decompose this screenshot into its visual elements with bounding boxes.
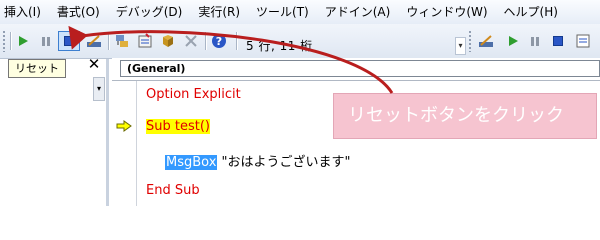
msgbox-argument: "おはようございます" xyxy=(217,155,351,170)
break-button[interactable] xyxy=(35,31,57,51)
object-browser-button[interactable] xyxy=(157,31,179,51)
menu-insert[interactable]: 挿入(I) xyxy=(0,0,49,24)
properties-button[interactable] xyxy=(134,31,156,51)
toolbox-button[interactable] xyxy=(180,31,202,51)
design-mode-icon xyxy=(87,35,101,47)
properties-icon xyxy=(138,33,152,48)
execution-pointer-arrow-icon xyxy=(116,120,132,132)
toolbar-separator xyxy=(236,32,237,50)
annotation-callout: リセットボタンをクリック xyxy=(333,93,597,139)
code-line-end-sub[interactable]: End Sub xyxy=(146,183,200,198)
run-icon xyxy=(19,36,28,46)
code-margin-indicator-bar[interactable] xyxy=(112,81,137,206)
toolbar-grip[interactable] xyxy=(2,30,6,52)
selected-identifier: MsgBox xyxy=(165,155,218,170)
close-icon[interactable]: ✕ xyxy=(86,56,102,72)
break-icon xyxy=(42,37,50,46)
toggle-breakpoint-icon xyxy=(576,34,590,48)
debug-design-mode-button[interactable] xyxy=(475,31,497,51)
reset-tooltip: リセット xyxy=(8,59,66,78)
debug-toolbar-grip[interactable] xyxy=(468,30,472,52)
project-explorer-icon xyxy=(116,35,128,47)
break-icon xyxy=(531,37,539,46)
code-line-msgbox[interactable]: MsgBox "おはようございます" xyxy=(165,151,351,170)
run-button[interactable] xyxy=(12,31,34,51)
code-line-option-explicit[interactable]: Option Explicit xyxy=(146,87,241,102)
design-mode-button[interactable] xyxy=(83,31,105,51)
menu-debug[interactable]: デバッグ(D) xyxy=(108,0,191,24)
menu-bar: 挿入(I) 書式(O) デバッグ(D) 実行(R) ツール(T) アドイン(A)… xyxy=(0,0,600,24)
pane-scroll-handle[interactable]: ▾ xyxy=(93,77,105,101)
code-line-sub[interactable]: Sub test() xyxy=(146,119,210,134)
design-mode-icon xyxy=(479,35,493,47)
code-window-header: (General) xyxy=(112,58,600,81)
object-combo[interactable]: (General) xyxy=(120,60,600,77)
reset-icon xyxy=(553,36,563,46)
reset-button[interactable] xyxy=(58,31,80,51)
help-button[interactable]: ? xyxy=(208,31,230,51)
debug-run-button[interactable] xyxy=(502,31,524,51)
toolbar-separator xyxy=(108,32,109,50)
toolbox-icon xyxy=(185,35,197,47)
object-browser-icon xyxy=(163,35,173,47)
menu-tools[interactable]: ツール(T) xyxy=(248,0,317,24)
menu-addins[interactable]: アドイン(A) xyxy=(317,0,399,24)
project-explorer-pane xyxy=(0,59,106,206)
toolbar-separator xyxy=(10,32,11,50)
debug-break-button[interactable] xyxy=(524,31,546,51)
standard-toolbar: ? 5 行, 11 桁 ▾ xyxy=(0,24,600,59)
project-explorer-button[interactable] xyxy=(111,31,133,51)
menu-help[interactable]: ヘルプ(H) xyxy=(496,0,566,24)
menu-window[interactable]: ウィンドウ(W) xyxy=(398,0,495,24)
pane-splitter[interactable] xyxy=(106,59,109,206)
reset-icon xyxy=(64,36,74,46)
help-icon: ? xyxy=(212,34,226,48)
current-statement-highlight: Sub test() xyxy=(146,119,210,134)
menu-run[interactable]: 実行(R) xyxy=(190,0,248,24)
run-icon xyxy=(509,36,518,46)
debug-reset-button[interactable] xyxy=(547,31,569,51)
toolbar-options-chevron-icon[interactable]: ▾ xyxy=(455,37,466,55)
toolbar-separator xyxy=(205,32,206,50)
toggle-breakpoint-button[interactable] xyxy=(572,31,594,51)
menu-format[interactable]: 書式(O) xyxy=(49,0,108,24)
svg-text:?: ? xyxy=(216,35,222,48)
cursor-position-readout: 5 行, 11 桁 xyxy=(246,39,313,53)
